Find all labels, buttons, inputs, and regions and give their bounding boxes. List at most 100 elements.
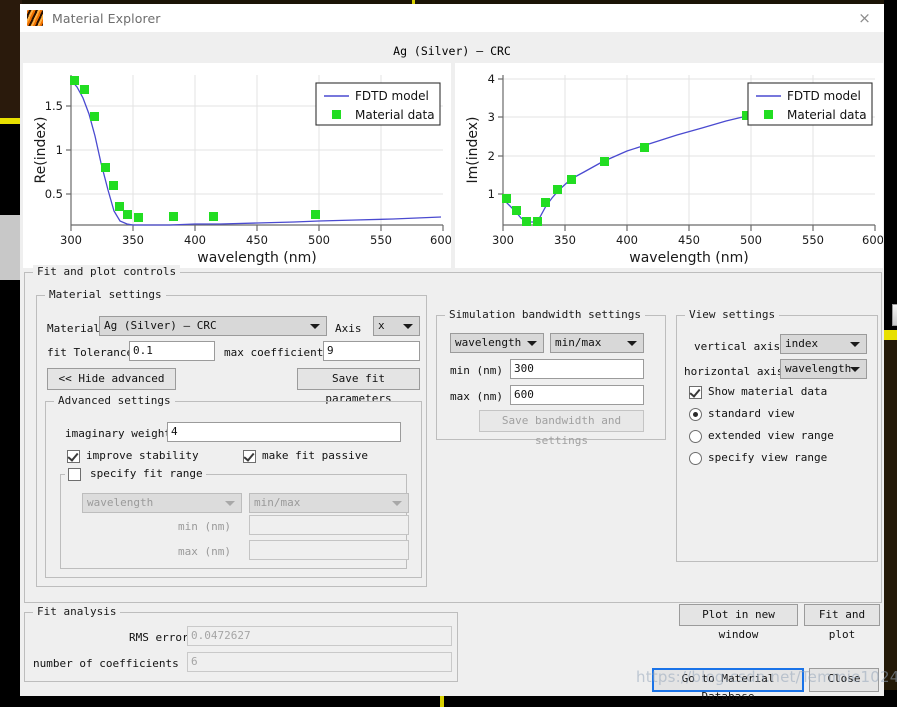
svg-text:Material data: Material data — [355, 108, 435, 122]
vertical-axis-dropdown[interactable]: index — [780, 334, 867, 354]
fit-and-plot-button[interactable]: Fit and plot — [804, 604, 880, 641]
window-close-icon[interactable]: × — [857, 11, 872, 26]
imaginary-weight-input[interactable]: 4 — [167, 422, 401, 442]
svg-text:550: 550 — [802, 233, 824, 247]
go-to-material-database-button[interactable]: Go to Material Database — [652, 668, 804, 703]
max-coefficients-input[interactable]: 9 — [323, 341, 420, 361]
radio-standard-view[interactable] — [689, 408, 702, 421]
im-index-svg: 1 2 3 4 300 350 400 450 500 550 600 wave… — [455, 63, 883, 268]
svg-text:1.5: 1.5 — [45, 99, 63, 113]
advanced-settings-group: Advanced settings imaginary weight 4 imp… — [45, 394, 422, 578]
specify-fit-range-label: specify fit range — [87, 467, 206, 480]
svg-text:350: 350 — [554, 233, 576, 247]
fit-range-max-input — [249, 540, 409, 560]
svg-text:550: 550 — [370, 233, 392, 247]
material-dropdown[interactable]: Ag (Silver) – CRC — [99, 316, 327, 336]
material-explorer-window: Material Explorer × Ag (Silver) – CRC 0.… — [20, 4, 897, 703]
svg-text:1: 1 — [56, 143, 63, 157]
chevron-down-icon — [225, 501, 235, 506]
improve-stability-checkbox[interactable] — [67, 450, 80, 463]
material-label: Material — [47, 322, 100, 335]
hide-advanced-button[interactable]: << Hide advanced — [47, 368, 176, 390]
svg-text:600: 600 — [430, 233, 451, 247]
advanced-settings-legend: Advanced settings — [54, 394, 175, 407]
svg-text:4: 4 — [488, 72, 495, 86]
show-material-data-label: Show material data — [708, 385, 828, 398]
save-bandwidth-and-settings-button: Save bandwidth and settings — [479, 410, 644, 447]
rms-error-value: 0.0472627 — [187, 626, 452, 646]
svg-text:350: 350 — [122, 233, 144, 247]
svg-text:500: 500 — [308, 233, 330, 247]
rms-error-label: RMS error — [129, 631, 189, 644]
fit-and-plot-controls-group: Fit and plot controls Material settings … — [24, 265, 882, 641]
im-index-plot: 1 2 3 4 300 350 400 450 500 550 600 wave… — [455, 63, 883, 268]
bandwidth-mode-value: min/max — [555, 336, 602, 349]
svg-text:Re(index): Re(index) — [33, 117, 49, 184]
simulation-bandwidth-settings-group: Simulation bandwidth settings wavelength… — [436, 308, 666, 447]
fit-range-min-input — [249, 515, 409, 535]
material-chart-title: Ag (Silver) – CRC — [393, 44, 511, 58]
fit-range-mode-value: min/max — [254, 496, 301, 509]
material-dropdown-value: Ag (Silver) – CRC — [104, 319, 217, 332]
radio-extended-view-range[interactable] — [689, 430, 702, 443]
svg-text:Im(index): Im(index) — [465, 117, 481, 184]
fit-range-quantity-dropdown: wavelength — [82, 493, 242, 513]
svg-text:300: 300 — [492, 233, 514, 247]
chevron-down-icon — [850, 367, 860, 372]
fit-and-plot-controls-legend: Fit and plot controls — [33, 265, 181, 278]
plot-area: 0.5 1 1.5 300 350 400 450 500 550 600 wa… — [23, 63, 883, 268]
specify-view-range-label: specify view range — [708, 451, 828, 464]
axis-dropdown[interactable]: x — [373, 316, 420, 336]
make-fit-passive-label: make fit passive — [262, 449, 368, 462]
app-logo-icon — [27, 10, 43, 26]
bandwidth-min-label: min (nm) — [450, 364, 503, 377]
close-button[interactable]: Close — [809, 668, 879, 692]
bandwidth-max-input[interactable]: 600 — [510, 385, 644, 405]
window-title: Material Explorer — [52, 10, 161, 26]
desktop-left-strip — [0, 0, 22, 707]
vertical-scrollbar-thumb[interactable] — [892, 304, 897, 326]
num-coefficients-value: 6 — [187, 652, 452, 672]
svg-text:2: 2 — [488, 149, 495, 163]
chevron-down-icon — [392, 501, 402, 506]
svg-text:3: 3 — [488, 110, 495, 124]
desktop-right-strip — [884, 0, 897, 707]
fit-tolerance-label: fit Tolerance — [47, 346, 134, 359]
svg-text:400: 400 — [616, 233, 638, 247]
chevron-down-icon — [310, 324, 320, 329]
horizontal-axis-dropdown[interactable]: wavelength — [780, 359, 867, 379]
fit-range-mode-dropdown: min/max — [249, 493, 409, 513]
imaginary-weight-label: imaginary weight — [65, 427, 171, 440]
fit-analysis-legend: Fit analysis — [33, 605, 121, 618]
bandwidth-mode-dropdown[interactable]: min/max — [550, 333, 644, 353]
svg-text:400: 400 — [184, 233, 206, 247]
specify-fit-range-checkbox[interactable] — [68, 468, 81, 481]
svg-text:0.5: 0.5 — [45, 187, 63, 201]
radio-specify-view-range[interactable] — [689, 452, 702, 465]
vertical-axis-value: index — [785, 337, 819, 350]
material-settings-group: Material settings Material Ag (Silver) –… — [36, 288, 427, 587]
bandwidth-max-label: max (nm) — [450, 390, 503, 403]
show-material-data-checkbox[interactable] — [689, 386, 702, 399]
plot-in-new-window-button[interactable]: Plot in new window — [679, 604, 798, 641]
svg-text:Material data: Material data — [787, 108, 867, 122]
re-index-svg: 0.5 1 1.5 300 350 400 450 500 550 600 wa… — [23, 63, 451, 268]
num-coefficients-label: number of coefficients — [33, 657, 179, 670]
make-fit-passive-checkbox[interactable] — [243, 450, 256, 463]
title-bar: Material Explorer × — [20, 4, 884, 32]
vertical-axis-label: vertical axis — [694, 340, 781, 353]
simulation-bandwidth-legend: Simulation bandwidth settings — [445, 308, 646, 321]
chevron-down-icon — [627, 341, 637, 346]
bandwidth-quantity-dropdown[interactable]: wavelength — [450, 333, 544, 353]
svg-text:500: 500 — [740, 233, 762, 247]
save-fit-parameters-button[interactable]: Save fit parameters — [297, 368, 420, 405]
fit-tolerance-input[interactable]: 0.1 — [129, 341, 215, 361]
specify-fit-range-group: specify fit range wavelength min/max min… — [60, 467, 409, 569]
chevron-down-icon — [403, 324, 413, 329]
re-index-plot: 0.5 1 1.5 300 350 400 450 500 550 600 wa… — [23, 63, 451, 268]
bandwidth-min-input[interactable]: 300 — [510, 359, 644, 379]
svg-text:300: 300 — [60, 233, 82, 247]
horizontal-axis-value: wavelength — [785, 362, 852, 375]
svg-text:450: 450 — [678, 233, 700, 247]
chevron-down-icon — [527, 341, 537, 346]
